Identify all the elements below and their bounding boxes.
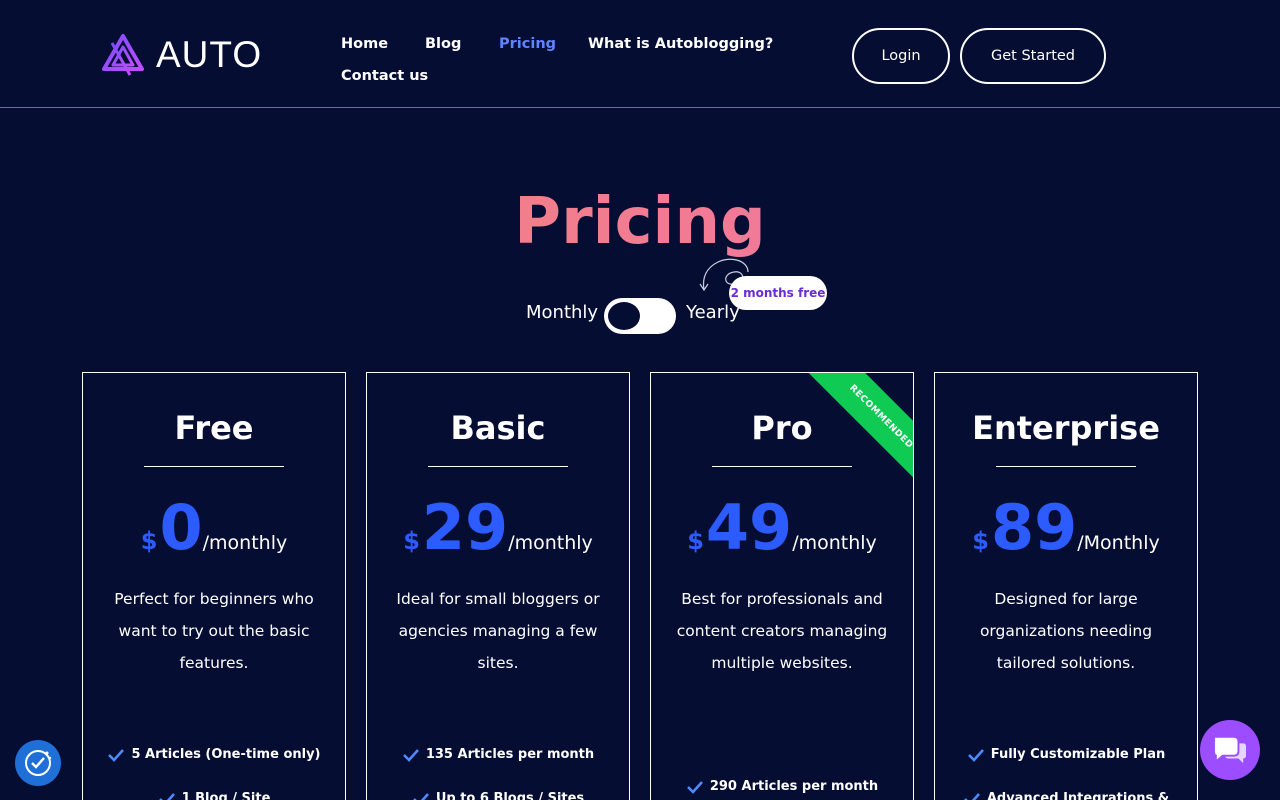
check-icon <box>686 780 703 794</box>
plan-price: $ 0 /monthly <box>83 497 345 559</box>
billing-toggle[interactable] <box>604 298 676 334</box>
plan-divider <box>144 466 284 467</box>
billing-yearly-label[interactable]: Yearly <box>686 302 740 323</box>
plan-description: Ideal for small bloggers or agencies man… <box>396 590 600 672</box>
triangle-logo-icon <box>102 34 144 76</box>
plan-description: Perfect for beginners who want to try ou… <box>114 590 314 672</box>
price-amount: 49 <box>705 491 793 564</box>
price-currency: $ <box>403 527 420 555</box>
check-icon <box>108 748 125 762</box>
plan-feature-label: 5 Articles (One-time only) <box>131 747 321 762</box>
check-icon <box>967 748 984 762</box>
price-period: /monthly <box>508 532 593 554</box>
page-title: Pricing <box>0 185 1280 259</box>
plan-feature: 5 Articles (One-time only) <box>83 747 345 762</box>
two-months-free-badge: 2 months free <box>729 276 827 310</box>
price-currency: $ <box>140 527 158 555</box>
chat-button[interactable] <box>1200 720 1260 780</box>
check-icon <box>963 792 980 800</box>
site-header: AUTO Home Blog Pricing What is Autoblogg… <box>0 0 1280 108</box>
chat-bubbles-icon <box>1214 737 1246 764</box>
price-currency: $ <box>972 527 989 555</box>
plan-name: Basic <box>450 409 546 447</box>
plan-feature-label: 290 Articles per month <box>709 779 879 794</box>
price-currency: $ <box>687 527 704 555</box>
plan-feature: Up to 6 Blogs / Sites <box>367 791 629 800</box>
check-icon <box>412 792 429 800</box>
plan-description: Best for professionals and content creat… <box>676 590 888 672</box>
price-period: /Monthly <box>1077 532 1160 554</box>
price-amount: 89 <box>990 491 1078 564</box>
check-icon <box>402 748 419 762</box>
plan-card-enterprise: Enterprise $ 89 /Monthly Designed for la… <box>934 372 1198 800</box>
cookie-consent-icon <box>25 750 52 776</box>
price-period: /monthly <box>202 532 288 554</box>
plan-card-free: Free $ 0 /monthly Perfect for beginners … <box>82 372 346 800</box>
nav-blog[interactable]: Blog <box>425 36 461 52</box>
check-icon <box>158 792 175 800</box>
nav-pricing[interactable]: Pricing <box>499 36 556 52</box>
brand-name: AUTO <box>156 34 263 75</box>
plan-feature: 135 Articles per month <box>367 747 629 762</box>
plan-name: Enterprise <box>972 409 1160 447</box>
plan-feature-label: Up to 6 Blogs / Sites <box>435 791 585 800</box>
plan-price: $ 29 /monthly <box>367 497 629 559</box>
get-started-button[interactable]: Get Started <box>960 28 1106 84</box>
plan-description: Designed for large organizations needing… <box>979 590 1153 672</box>
plan-feature: 290 Articles per month <box>651 779 913 794</box>
price-amount: 29 <box>421 491 509 564</box>
plan-feature-label: Fully Customizable Plan <box>990 747 1166 762</box>
plan-divider <box>712 466 852 467</box>
plan-feature-label: 135 Articles per month <box>425 747 595 762</box>
plan-card-pro: RECOMMENDED Pro $ 49 /monthly Best for p… <box>650 372 914 800</box>
login-button[interactable]: Login <box>852 28 950 84</box>
plan-divider <box>428 466 568 467</box>
billing-monthly-label[interactable]: Monthly <box>526 302 598 323</box>
plan-name: Pro <box>751 409 813 447</box>
plan-card-basic: Basic $ 29 /monthly Ideal for small blog… <box>366 372 630 800</box>
price-period: /monthly <box>792 532 877 554</box>
plan-price: $ 89 /Monthly <box>935 497 1197 559</box>
plan-feature: 1 Blog / Site <box>83 791 345 800</box>
cookie-consent-button[interactable] <box>15 740 61 786</box>
plan-feature: Advanced Integrations & <box>935 791 1197 800</box>
nav-home[interactable]: Home <box>341 36 388 52</box>
plan-price: $ 49 /monthly <box>651 497 913 559</box>
plan-feature: Fully Customizable Plan <box>935 747 1197 762</box>
plan-divider <box>996 466 1136 467</box>
nav-what-is-autoblogging[interactable]: What is Autoblogging? <box>588 36 773 52</box>
plan-name: Free <box>174 409 254 447</box>
brand-logo[interactable]: AUTO <box>100 33 262 77</box>
toggle-knob <box>608 302 640 330</box>
plan-feature-label: Advanced Integrations & <box>986 791 1170 800</box>
price-amount: 0 <box>159 491 203 564</box>
plan-feature-label: 1 Blog / Site <box>181 791 271 800</box>
nav-contact-us[interactable]: Contact us <box>341 68 428 84</box>
